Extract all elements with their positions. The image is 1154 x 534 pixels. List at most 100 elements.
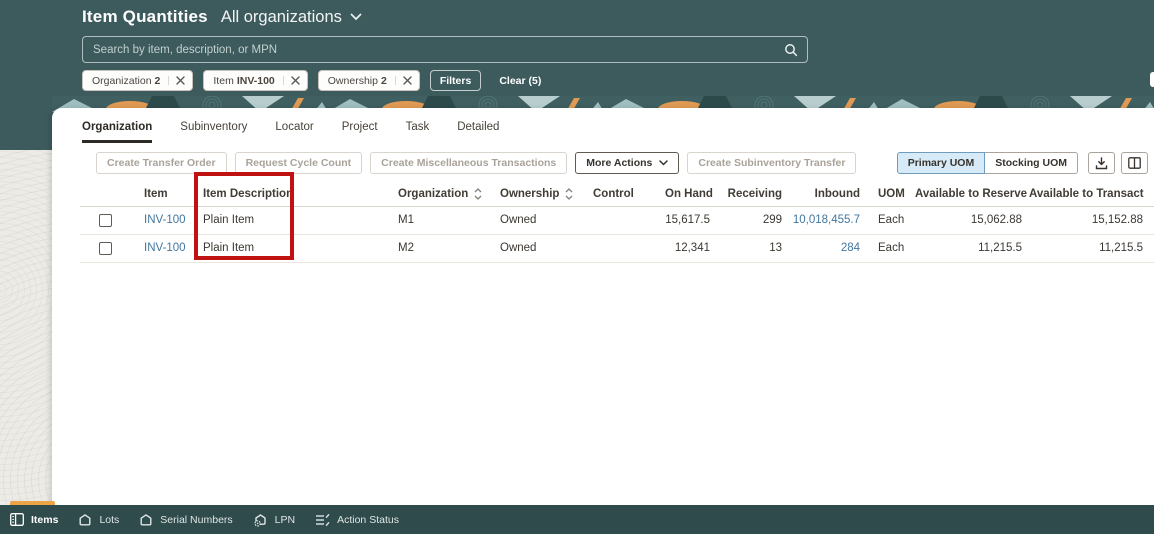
- primary-uom-button[interactable]: Primary UOM: [896, 152, 986, 174]
- search-input[interactable]: [83, 43, 784, 56]
- stocking-uom-button[interactable]: Stocking UOM: [985, 152, 1078, 174]
- request-cycle-count-button: Request Cycle Count: [234, 152, 363, 174]
- cell-receiving: 13: [718, 234, 790, 263]
- receiving-column-header: Receiving: [718, 182, 790, 207]
- lots-box-icon: [78, 513, 92, 526]
- search-bar: [82, 36, 808, 63]
- serial-numbers-box-icon: [139, 513, 153, 526]
- cell-item-description: Plain Item: [196, 206, 391, 235]
- sort-icon[interactable]: [565, 187, 573, 200]
- tab-detailed[interactable]: Detailed: [457, 121, 499, 143]
- tab-locator[interactable]: Locator: [275, 121, 313, 143]
- bottom-tab-label: Items: [31, 513, 59, 526]
- ownership-column-header[interactable]: Ownership: [493, 182, 586, 207]
- uom-toggle: Primary UOM Stocking UOM: [896, 152, 1078, 174]
- item-column-header: Item: [130, 182, 196, 207]
- column-label: On Hand: [665, 187, 713, 200]
- available-to-transact-column-header: Available to Transact: [1028, 182, 1154, 207]
- bottom-tab-label: Lots: [99, 513, 120, 526]
- table-row: INV-100 Plain Item M1 Owned 15,617.5 299…: [80, 206, 1154, 235]
- cell-uom: Each: [866, 234, 914, 263]
- download-icon: [1095, 156, 1108, 170]
- tab-project[interactable]: Project: [342, 121, 378, 143]
- inbound-column-header: Inbound: [790, 182, 866, 207]
- uom-column-header: UOM: [866, 182, 914, 207]
- bottom-tab-label: Serial Numbers: [160, 513, 233, 526]
- tab-organization[interactable]: Organization: [82, 121, 153, 143]
- chip-label: Organization: [92, 74, 152, 87]
- clear-filters-button[interactable]: Clear (5): [499, 75, 541, 87]
- action-buttons: Create Transfer Order Request Cycle Coun…: [96, 152, 857, 174]
- filters-button[interactable]: Filters: [429, 70, 482, 91]
- cell-control: [586, 206, 658, 235]
- inbound-link[interactable]: 284: [841, 242, 860, 254]
- organization-column-header[interactable]: Organization: [391, 182, 493, 207]
- on-hand-column-header[interactable]: On Hand: [658, 182, 718, 207]
- cell-item-description: Plain Item: [196, 234, 391, 263]
- row-checkbox[interactable]: [98, 213, 112, 227]
- row-checkbox[interactable]: [98, 241, 112, 255]
- quantities-table: Item Item Description Organization Owner…: [80, 182, 1154, 263]
- manage-columns-button[interactable]: [1121, 152, 1148, 174]
- background-pattern: [0, 150, 52, 505]
- bottom-tab-serial-numbers[interactable]: Serial Numbers: [139, 513, 233, 526]
- cell-organization: M1: [391, 206, 493, 235]
- more-actions-label: More Actions: [586, 157, 653, 169]
- cell-on-hand: 15,617.5: [658, 206, 718, 235]
- chip-value: 2: [154, 74, 161, 87]
- cell-ownership: Owned: [493, 234, 586, 263]
- active-bottom-tab-indicator: [10, 501, 55, 505]
- inbound-link[interactable]: 10,018,455.7: [793, 214, 860, 226]
- bottom-tab-action-status[interactable]: Action Status: [315, 514, 399, 526]
- filter-chip-item: Item INV-100: [203, 70, 308, 91]
- remove-chip-icon[interactable]: [394, 76, 412, 85]
- item-quantities-page: Item Quantities All organizations Organi…: [0, 0, 1154, 534]
- create-transfer-order-button: Create Transfer Order: [96, 152, 227, 174]
- quantity-tabs: Organization Subinventory Locator Projec…: [52, 108, 1154, 143]
- bottom-tab-label: Action Status: [337, 513, 399, 526]
- cell-available-to-transact: 15,152.88: [1028, 206, 1154, 235]
- sort-icon[interactable]: [474, 187, 482, 200]
- cell-available-to-reserve: 11,215.5: [914, 234, 1028, 263]
- more-actions-button[interactable]: More Actions: [575, 152, 680, 174]
- content-card: Organization Subinventory Locator Projec…: [52, 108, 1154, 505]
- item-link[interactable]: INV-100: [144, 242, 186, 254]
- items-panel-icon: [10, 513, 24, 526]
- filter-chip-ownership: Ownership 2: [317, 70, 420, 91]
- table-display-tools: Primary UOM Stocking UOM: [896, 152, 1148, 174]
- edge-widget[interactable]: [1150, 72, 1154, 87]
- bottom-tab-bar: Items Lots Serial Numbers LPN Action Sta…: [0, 505, 1154, 534]
- search-icon[interactable]: [784, 43, 798, 57]
- filter-chip-organization: Organization 2: [82, 70, 194, 91]
- cell-control: [586, 234, 658, 263]
- bottom-tab-items[interactable]: Items: [10, 513, 58, 526]
- download-button[interactable]: [1088, 152, 1115, 174]
- item-link[interactable]: INV-100: [144, 214, 186, 226]
- table-row: INV-100 Plain Item M2 Owned 12,341 13 28…: [80, 234, 1154, 263]
- organization-selector-label: All organizations: [220, 7, 342, 26]
- remove-chip-icon[interactable]: [168, 76, 186, 85]
- cell-on-hand: 12,341: [658, 234, 718, 263]
- cell-available-to-reserve: 15,062.88: [914, 206, 1028, 235]
- table-toolbar: Create Transfer Order Request Cycle Coun…: [52, 143, 1154, 174]
- control-column-header: Control: [586, 182, 658, 207]
- chip-value: 2: [380, 74, 387, 87]
- cell-uom: Each: [866, 206, 914, 235]
- tab-subinventory[interactable]: Subinventory: [180, 121, 247, 143]
- organization-selector[interactable]: All organizations: [221, 8, 362, 27]
- select-column-header: [80, 182, 130, 207]
- column-label: Organization: [398, 187, 469, 200]
- manage-columns-icon: [1128, 157, 1141, 169]
- bottom-tab-lots[interactable]: Lots: [78, 513, 119, 526]
- action-status-list-icon: [315, 513, 330, 526]
- bottom-tab-lpn[interactable]: LPN: [253, 513, 295, 527]
- page-title: Item Quantities: [82, 7, 208, 26]
- create-subinventory-transfer-button: Create Subinventory Transfer: [687, 152, 857, 174]
- lpn-box-gear-icon: [253, 513, 268, 527]
- cell-receiving: 299: [718, 206, 790, 235]
- chip-value: INV-100: [236, 74, 275, 87]
- filter-chips-row: Organization 2 Item INV-100 Ownership 2: [82, 70, 541, 91]
- tab-task[interactable]: Task: [406, 121, 430, 143]
- cell-ownership: Owned: [493, 206, 586, 235]
- remove-chip-icon[interactable]: [282, 76, 300, 85]
